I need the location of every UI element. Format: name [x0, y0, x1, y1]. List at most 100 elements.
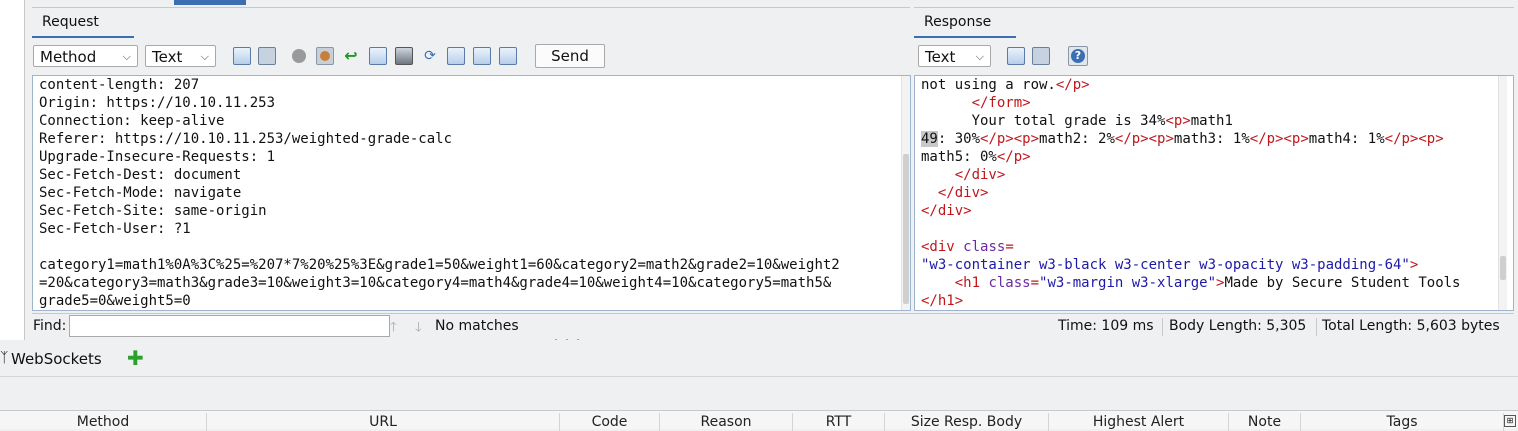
server-icon[interactable]: [395, 47, 413, 65]
find-result: No matches: [435, 318, 519, 334]
response-token: "w3-container w3-black w3-center w3-opac…: [921, 257, 1410, 273]
response-token: <p>: [1148, 131, 1174, 147]
request-line: Referer: https://10.10.11.253/weighted-g…: [39, 131, 453, 147]
column-note[interactable]: Note: [1229, 413, 1301, 431]
request-toolbar: Method ⌵ Text ⌵ ↩ ⟳ Send: [32, 38, 910, 74]
tab-response-label: Response: [924, 14, 992, 30]
layout-tabs-icon[interactable]: [1032, 47, 1050, 65]
response-view-select-value: Text: [925, 48, 956, 66]
response-token: </div>: [954, 167, 1006, 183]
send-button-label: Send: [551, 47, 589, 65]
layout-side-by-side-icon[interactable]: [1007, 47, 1025, 65]
response-token: : 30%: [937, 131, 981, 147]
split-vertical-icon[interactable]: [499, 47, 517, 65]
method-select[interactable]: Method ⌵: [33, 45, 138, 67]
websockets-bar: ᛉ WebSockets ✚: [0, 340, 1518, 376]
response-view-select[interactable]: Text ⌵: [918, 45, 991, 67]
response-token: Your total grade is 34%: [921, 113, 1166, 129]
tab-response[interactable]: Response: [914, 8, 1016, 38]
response-token: </p>: [1114, 131, 1149, 147]
find-previous-icon[interactable]: 🡑: [390, 318, 397, 340]
cookie-icon-shape: [320, 51, 330, 61]
active-panel-indicator: [174, 0, 246, 5]
response-token: [921, 275, 955, 291]
help-button[interactable]: ?: [1068, 46, 1088, 66]
refresh-icon[interactable]: ⟳: [421, 47, 439, 65]
response-line: <h1 class="w3-margin w3-xlarge">Made by …: [921, 274, 1513, 292]
response-token: Made by Secure Student Tools: [1224, 275, 1461, 291]
tab-request-label: Request: [42, 14, 99, 30]
response-token: [921, 167, 955, 183]
request-text: content-length: 207 Origin: https://10.10…: [33, 76, 910, 310]
split-horizontal-icon[interactable]: [473, 47, 491, 65]
response-token: [921, 185, 938, 201]
find-next-icon[interactable]: 🡓: [415, 318, 422, 340]
request-line: [39, 238, 910, 256]
method-select-value: Method: [40, 48, 97, 66]
column-rtt[interactable]: RTT: [793, 413, 885, 431]
response-tabstrip: Response: [914, 7, 1514, 39]
response-scrollbar-thumb[interactable]: [1500, 256, 1506, 280]
column-url[interactable]: URL: [207, 413, 560, 431]
column-chooser-icon[interactable]: ⊞: [1504, 415, 1516, 427]
response-line: math5: 0%</p>: [921, 148, 1513, 166]
request-scrollbar[interactable]: [901, 76, 910, 310]
request-view-select[interactable]: Text ⌵: [145, 45, 216, 67]
find-label: Find:: [33, 318, 67, 334]
response-text: not using a row.</p> </form> Your total …: [915, 76, 1513, 310]
frame-icon[interactable]: [369, 47, 387, 65]
record-icon[interactable]: [292, 49, 306, 63]
response-line: </form>: [921, 94, 1513, 112]
follow-redirect-icon[interactable]: ↩: [342, 47, 360, 65]
layout-tabs-icon[interactable]: [258, 47, 276, 65]
request-scrollbar-thumb[interactable]: [903, 154, 909, 304]
response-line: Your total grade is 34%<p>math1: [921, 112, 1513, 130]
response-token: <p>: [1418, 131, 1444, 147]
websockets-label[interactable]: WebSockets: [11, 350, 102, 368]
request-line: Origin: https://10.10.11.253: [39, 95, 276, 111]
response-token: math5: 0%: [921, 149, 997, 165]
response-token: <div: [921, 239, 964, 255]
response-line: </h1>: [921, 292, 1513, 310]
chevron-down-icon: ⌵: [975, 50, 984, 63]
column-tags[interactable]: Tags: [1301, 413, 1504, 431]
window-icon[interactable]: [447, 47, 465, 65]
response-token: =: [1030, 275, 1040, 291]
response-token: math3: 1%: [1173, 131, 1250, 147]
find-bar: Find: 🡑 🡓 No matches Time: 109 ms Body L…: [32, 313, 1514, 341]
tab-request[interactable]: Request: [32, 8, 134, 38]
response-token: <p>: [1013, 131, 1040, 147]
response-line: "w3-container w3-black w3-center w3-opac…: [921, 256, 1513, 274]
column-size-resp-body[interactable]: Size Resp. Body: [885, 413, 1049, 431]
total-length: Total Length: 5,603 bytes: [1322, 318, 1500, 334]
response-token: 49: [921, 131, 938, 147]
column-highest-alert[interactable]: Highest Alert: [1049, 413, 1229, 431]
cookie-icon[interactable]: [316, 47, 334, 65]
column-reason[interactable]: Reason: [660, 413, 793, 431]
response-token: </div>: [937, 185, 989, 201]
response-line: [921, 220, 1513, 238]
response-scrollbar[interactable]: [1498, 76, 1507, 310]
request-editor[interactable]: content-length: 207 Origin: https://10.10…: [32, 75, 911, 311]
response-viewer[interactable]: not using a row.</p> </form> Your total …: [914, 75, 1514, 311]
response-token: </p>: [996, 149, 1031, 165]
column-method[interactable]: Method: [0, 413, 207, 431]
layout-side-by-side-icon[interactable]: [233, 47, 251, 65]
add-icon[interactable]: ✚: [127, 346, 144, 370]
response-token: </form>: [971, 95, 1031, 111]
response-time: Time: 109 ms: [1058, 318, 1154, 334]
chevron-down-icon: ⌵: [122, 50, 131, 63]
question-icon: ?: [1071, 49, 1085, 63]
response-token: <h1: [954, 275, 989, 291]
response-token: <p>: [1283, 131, 1309, 147]
response-token: </p>: [1384, 131, 1419, 147]
request-line: Connection: keep-alive: [39, 113, 225, 129]
find-input[interactable]: [69, 315, 390, 337]
response-token: "w3-margin w3-xlarge": [1039, 275, 1217, 291]
history-table-header: Method URL Code Reason RTT Size Resp. Bo…: [0, 410, 1518, 431]
response-line: 49: 30%</p><p>math2: 2%</p><p>math3: 1%<…: [921, 130, 1513, 148]
column-code[interactable]: Code: [560, 413, 660, 431]
send-button[interactable]: Send: [535, 44, 605, 68]
chevron-down-icon: ⌵: [200, 50, 209, 63]
response-token: math2: 2%: [1039, 131, 1115, 147]
